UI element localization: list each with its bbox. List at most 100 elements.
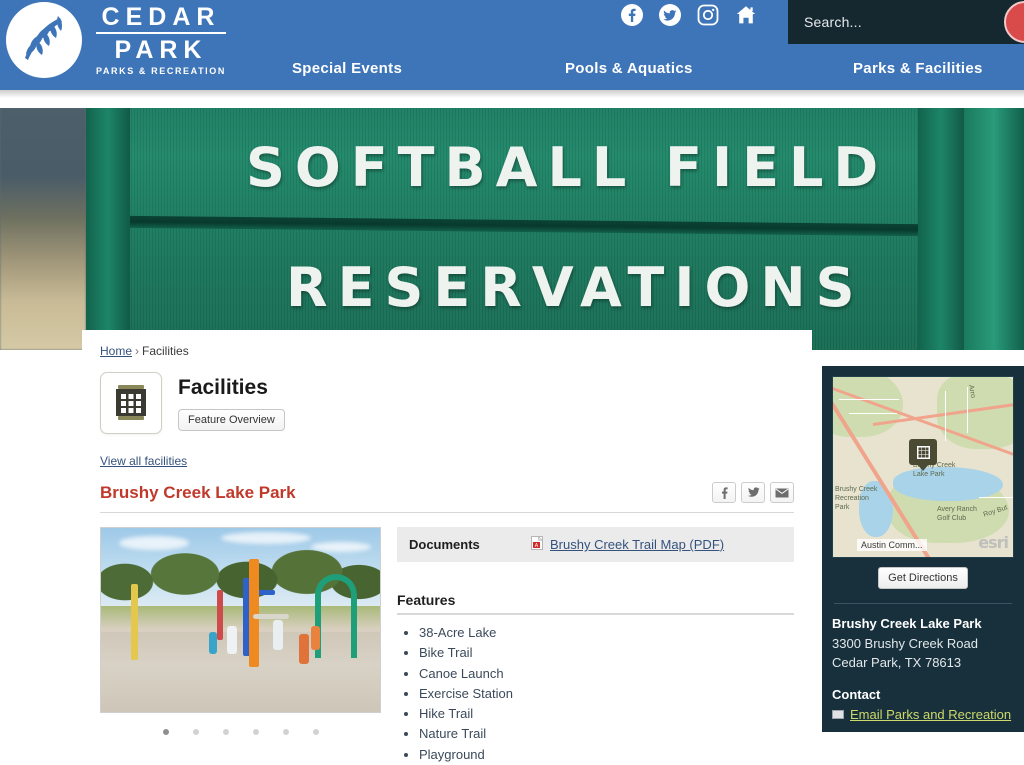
facility-header-text: Facilities Feature Overview bbox=[178, 372, 285, 431]
documents-row: Documents A Brushy Creek Trail Map (PDF) bbox=[397, 527, 794, 562]
map-label-rec-park: Brushy Creek Recreation Park bbox=[835, 486, 878, 511]
nav-item-special-events[interactable]: Special Events bbox=[292, 60, 402, 77]
sign-post-right bbox=[918, 108, 964, 350]
list-item: Hike Trail bbox=[419, 704, 794, 724]
map-street bbox=[849, 413, 897, 414]
nav-item-parks-facilities[interactable]: Parks & Facilities bbox=[853, 60, 983, 77]
park-title-row: Brushy Creek Lake Park bbox=[100, 482, 794, 503]
map-street bbox=[945, 391, 946, 441]
documents-label: Documents bbox=[409, 537, 480, 552]
logo-divider bbox=[96, 32, 226, 34]
get-directions-button[interactable]: Get Directions bbox=[878, 567, 968, 589]
park-photo-carousel[interactable] bbox=[100, 527, 381, 765]
list-item: Playground bbox=[419, 745, 794, 765]
map-street bbox=[979, 497, 1013, 498]
sign-post-left bbox=[86, 108, 130, 350]
document-link[interactable]: A Brushy Creek Trail Map (PDF) bbox=[531, 535, 725, 553]
carousel-dot[interactable] bbox=[282, 729, 289, 735]
map-street bbox=[839, 399, 899, 400]
photo-child bbox=[299, 634, 309, 664]
document-link-text: Brushy Creek Trail Map (PDF) bbox=[550, 537, 725, 552]
photo-child bbox=[209, 632, 217, 654]
social-links bbox=[620, 3, 758, 27]
facebook-icon[interactable] bbox=[620, 3, 644, 27]
carousel-dot[interactable] bbox=[312, 729, 319, 735]
address-line-1: 3300 Brushy Creek Road bbox=[832, 636, 978, 651]
list-item: Bike Trail bbox=[419, 643, 794, 663]
photo-feature-pole bbox=[217, 590, 223, 640]
carousel-dot[interactable] bbox=[222, 729, 229, 735]
sidebar-divider bbox=[834, 603, 1012, 604]
view-all-facilities-link[interactable]: View all facilities bbox=[100, 454, 187, 468]
pdf-icon: A bbox=[531, 535, 544, 553]
photo-adult bbox=[273, 620, 283, 650]
sign-plank-gap bbox=[129, 215, 919, 237]
share-facebook-icon[interactable] bbox=[712, 482, 736, 503]
facility-header: Facilities Feature Overview bbox=[100, 372, 794, 434]
photo-cloud bbox=[221, 532, 311, 544]
features-list: 38-Acre Lake Bike Trail Canoe Launch Exe… bbox=[397, 623, 794, 765]
photo-fence bbox=[253, 614, 289, 619]
hero-banner: SOFTBALL FIELD RESERVATIONS bbox=[0, 108, 1024, 350]
address-line-2: Cedar Park, TX 78613 bbox=[832, 655, 962, 670]
feature-overview-button[interactable]: Feature Overview bbox=[178, 409, 285, 431]
park-body: Documents A Brushy Creek Trail Map (PDF)… bbox=[100, 527, 794, 765]
features-divider bbox=[397, 613, 794, 615]
breadcrumb-separator: › bbox=[135, 344, 140, 358]
share-email-icon[interactable] bbox=[770, 482, 794, 503]
breadcrumb-current: Facilities bbox=[142, 344, 189, 358]
facilities-building-icon bbox=[100, 372, 162, 434]
facility-map-pin[interactable] bbox=[909, 439, 937, 471]
envelope-icon bbox=[832, 710, 844, 719]
photo-child bbox=[311, 626, 320, 650]
sign-post-right-outer bbox=[964, 108, 1024, 350]
photo-feature-pole bbox=[249, 559, 259, 667]
park-title: Brushy Creek Lake Park bbox=[100, 482, 296, 502]
carousel-dot[interactable] bbox=[162, 729, 169, 735]
photo-child bbox=[227, 626, 237, 654]
esri-watermark: esri bbox=[978, 533, 1009, 552]
features-heading: Features bbox=[397, 592, 456, 608]
photo-feature-arch bbox=[315, 574, 357, 658]
search-input[interactable]: Search... bbox=[788, 14, 862, 30]
carousel-dot[interactable] bbox=[252, 729, 259, 735]
park-details: Documents A Brushy Creek Trail Map (PDF)… bbox=[397, 527, 794, 765]
carousel-image[interactable] bbox=[100, 527, 381, 713]
facility-sidebar: Brushy Creek Lake Park Brushy Creek Recr… bbox=[822, 366, 1024, 732]
list-item: Canoe Launch bbox=[419, 664, 794, 684]
sidebar-contact-heading: Contact bbox=[832, 687, 881, 702]
list-item: 38-Acre Lake bbox=[419, 623, 794, 643]
list-item: Nature Trail bbox=[419, 724, 794, 744]
twitter-icon[interactable] bbox=[658, 3, 682, 27]
header-shadow bbox=[0, 90, 1024, 98]
map-attribution-label: Austin Comm... bbox=[857, 539, 927, 551]
instagram-icon[interactable] bbox=[696, 3, 720, 27]
share-twitter-icon[interactable] bbox=[741, 482, 765, 503]
share-buttons bbox=[712, 482, 794, 503]
hero-sign-line-2: RESERVATIONS bbox=[286, 256, 865, 319]
search-box[interactable]: Search... bbox=[788, 0, 1024, 44]
sidebar-address: 3300 Brushy Creek Road Cedar Park, TX 78… bbox=[832, 634, 1014, 672]
map-label-golf-club: Avery Ranch Golf Club bbox=[937, 506, 977, 522]
park-title-divider bbox=[100, 512, 794, 513]
photo-feature-pole bbox=[131, 584, 138, 660]
main-navigation: Special Events Pools & Aquatics Parks & … bbox=[0, 46, 1024, 90]
site-header: CEDAR PARK PARKS & RECREATION Search... … bbox=[0, 0, 1024, 90]
home-icon[interactable] bbox=[734, 3, 758, 27]
carousel-dots[interactable] bbox=[100, 729, 381, 735]
hero-sign-line-1: SOFTBALL FIELD bbox=[246, 136, 889, 199]
breadcrumb: Home › Facilities bbox=[100, 344, 794, 358]
sidebar-park-name: Brushy Creek Lake Park bbox=[832, 616, 982, 631]
list-item: Exercise Station bbox=[419, 684, 794, 704]
contact-email-link[interactable]: Email Parks and Recreation bbox=[832, 707, 1014, 722]
location-map[interactable]: Brushy Creek Lake Park Brushy Creek Recr… bbox=[832, 376, 1014, 558]
map-green-area bbox=[833, 377, 903, 437]
nav-item-pools-aquatics[interactable]: Pools & Aquatics bbox=[565, 60, 693, 77]
page-title: Facilities bbox=[178, 376, 268, 399]
main-content-card: Home › Facilities Facilities Feature Ove… bbox=[82, 330, 812, 765]
breadcrumb-home-link[interactable]: Home bbox=[100, 344, 132, 358]
svg-text:A: A bbox=[535, 543, 539, 549]
contact-email-text: Email Parks and Recreation bbox=[850, 707, 1012, 722]
carousel-dot[interactable] bbox=[192, 729, 199, 735]
logo-line-cedar: CEDAR bbox=[101, 2, 221, 31]
